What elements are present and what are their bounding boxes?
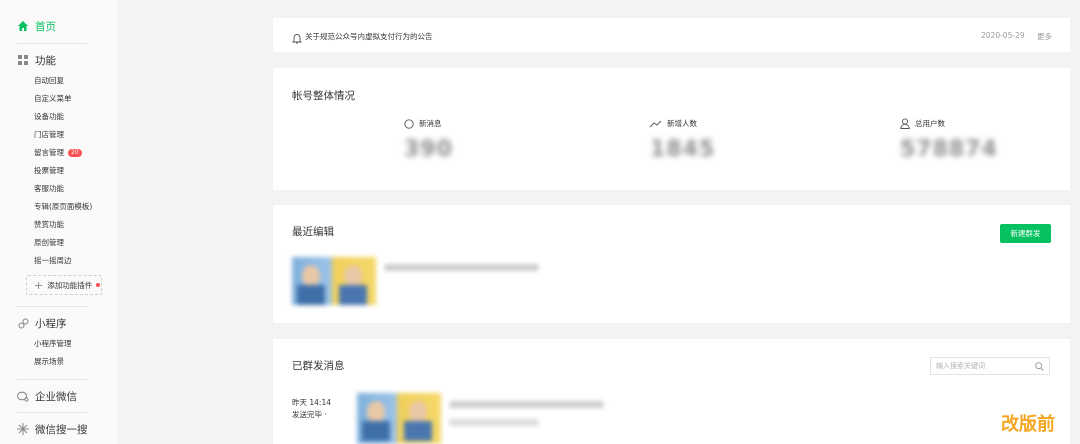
overview-title: 帐号整体情况 xyxy=(292,90,355,102)
sent-messages-card: 已群发消息 输入搜索关键词 昨天 14:14 发送完毕 · xyxy=(273,339,1070,444)
recent-title: 最近编辑 xyxy=(292,226,334,238)
trend-up-icon xyxy=(650,120,662,127)
divider xyxy=(17,306,87,307)
nav-features[interactable]: 功能 xyxy=(17,50,56,70)
sent-article-stats-blurred xyxy=(449,419,539,426)
new-broadcast-button[interactable]: 新建群发 xyxy=(1000,224,1051,243)
sidebar-item-albums[interactable]: 专辑(原页面模板) xyxy=(34,201,92,213)
sidebar-item-display-scenes[interactable]: 展示场景 xyxy=(34,356,64,368)
notice-date: 2020-05-29 xyxy=(981,31,1025,40)
user-icon xyxy=(900,118,910,129)
sparkle-icon xyxy=(17,423,29,435)
sidebar-item-reward[interactable]: 赞赏功能 xyxy=(34,219,64,231)
nav-mini-program-label: 小程序 xyxy=(35,317,67,330)
watermark-label: 改版前 xyxy=(1001,414,1055,435)
stat-new-messages[interactable]: 新消息 390 xyxy=(404,118,524,162)
sent-status: 发送完毕 · xyxy=(292,410,327,419)
stat-value: 578874 xyxy=(900,137,998,162)
article-thumbnail[interactable] xyxy=(292,257,376,305)
notice-link[interactable]: 关于规范公众号内虚拟支付行为的公告 xyxy=(305,31,433,42)
sidebar-item-auto-reply[interactable]: 自动回复 xyxy=(34,75,64,87)
notice-bar: 关于规范公众号内虚拟支付行为的公告 2020-05-29 更多 xyxy=(273,18,1070,52)
nav-features-label: 功能 xyxy=(35,54,56,67)
sidebar-item-device[interactable]: 设备功能 xyxy=(34,111,64,123)
nav-search-label: 微信搜一搜 xyxy=(35,423,88,436)
sidebar-item-stores[interactable]: 门店管理 xyxy=(34,129,64,141)
stat-total-users[interactable]: 总用户数 578874 xyxy=(900,118,1020,162)
sidebar-item-comments[interactable]: 留言管理 20 xyxy=(34,147,82,159)
chat-icon xyxy=(17,390,29,402)
plus-icon: + xyxy=(34,278,44,292)
stat-label: 新增人数 xyxy=(667,119,697,128)
message-icon xyxy=(404,118,414,129)
add-plugin-button[interactable]: + 添加功能插件 xyxy=(26,275,102,295)
stat-new-followers[interactable]: 新增人数 1845 xyxy=(650,118,770,162)
link-icon xyxy=(17,317,29,329)
sidebar-item-votes[interactable]: 投票管理 xyxy=(34,165,64,177)
nav-home[interactable]: 首页 xyxy=(17,16,56,36)
sidebar-item-custom-menu[interactable]: 自定义菜单 xyxy=(34,93,72,105)
nav-wecom[interactable]: 企业微信 xyxy=(17,386,77,406)
sidebar-item-customer-service[interactable]: 客服功能 xyxy=(34,183,64,195)
search-input[interactable]: 输入搜索关键词 xyxy=(930,357,1050,375)
recent-edits-card: 最近编辑 新建群发 xyxy=(273,205,1070,323)
nav-search[interactable]: 微信搜一搜 xyxy=(17,419,88,439)
sidebar-item-shake[interactable]: 摇一摇周边 xyxy=(34,255,72,267)
article-title-blurred[interactable] xyxy=(384,264,539,271)
notice-more-link[interactable]: 更多 xyxy=(1037,31,1052,42)
stat-label: 新消息 xyxy=(419,119,442,128)
divider xyxy=(17,412,87,413)
sent-article-title-blurred[interactable] xyxy=(449,401,604,408)
grid-icon xyxy=(17,54,29,66)
notification-dot xyxy=(96,283,101,287)
divider xyxy=(17,379,87,380)
sent-time: 昨天 14:14 xyxy=(292,398,331,407)
stat-label: 总用户数 xyxy=(915,119,945,128)
home-icon xyxy=(17,20,29,32)
nav-mini-program[interactable]: 小程序 xyxy=(17,313,67,333)
sidebar: 首页 功能 自动回复 自定义菜单 设备功能 门店管理 留言管理 20 投票管理 客… xyxy=(0,0,118,444)
add-plugin-label: 添加功能插件 xyxy=(47,280,93,290)
bell-icon xyxy=(291,29,303,48)
sidebar-item-original[interactable]: 原创管理 xyxy=(34,237,64,249)
stat-value: 1845 xyxy=(650,137,716,162)
nav-wecom-label: 企业微信 xyxy=(35,390,77,403)
sidebar-item-comments-label: 留言管理 xyxy=(34,148,64,157)
nav-home-label: 首页 xyxy=(35,20,56,33)
divider xyxy=(17,43,87,44)
sidebar-item-mini-manage[interactable]: 小程序管理 xyxy=(34,338,72,350)
stat-value: 390 xyxy=(404,137,453,162)
account-overview-card: 帐号整体情况 新消息 390 新增人数 1845 总用户数 578874 xyxy=(273,68,1070,190)
sent-article-thumbnail[interactable] xyxy=(357,393,441,444)
sent-title: 已群发消息 xyxy=(292,360,345,372)
comments-count-badge: 20 xyxy=(68,149,82,157)
search-icon[interactable] xyxy=(1035,362,1044,371)
search-placeholder: 输入搜索关键词 xyxy=(936,362,985,370)
